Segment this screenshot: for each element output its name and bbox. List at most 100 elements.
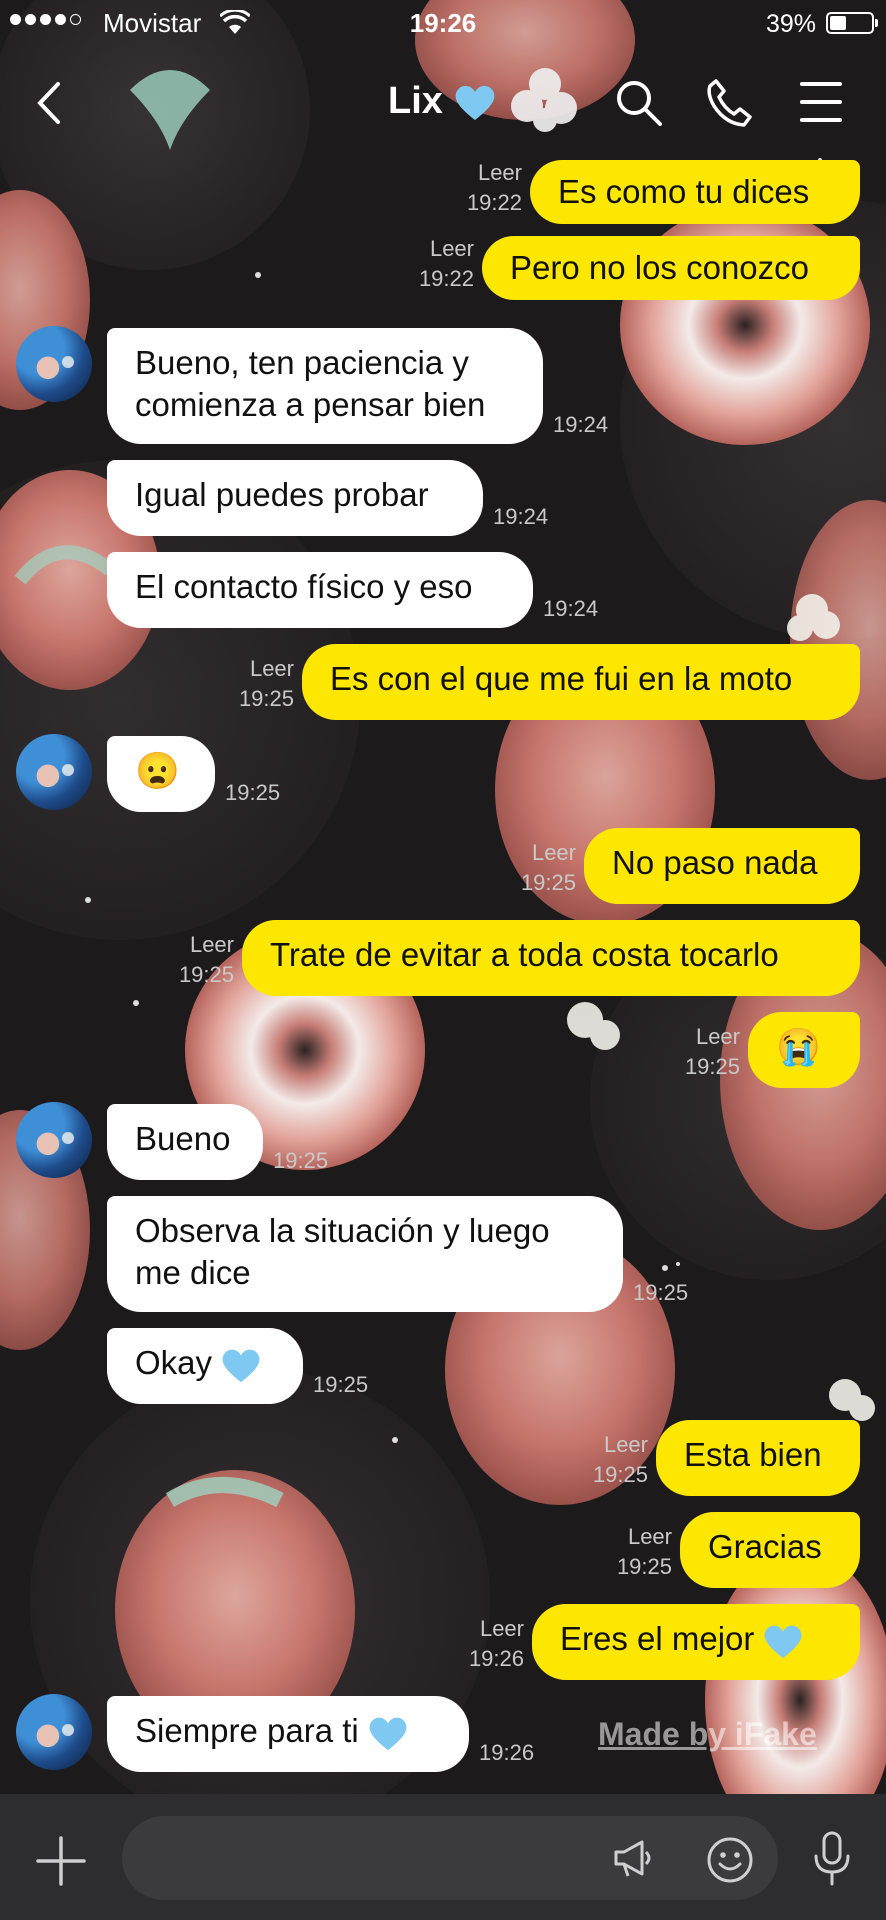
outgoing-message[interactable]: Es como tu dices (530, 160, 860, 224)
message-list[interactable]: Es como tu dices Leer 19:22 Pero no los con… (0, 0, 886, 1790)
read-receipt: Leer (479, 1616, 524, 1641)
message-time: 19:25 (225, 780, 281, 805)
battery-percent: 39% (765, 10, 816, 38)
message-text-line: Okay (135, 1342, 275, 1384)
outgoing-message[interactable]: Esta bien (656, 1420, 860, 1496)
message-meta: Leer 19:25 (580, 1522, 672, 1582)
read-receipt: Leer (249, 656, 294, 681)
contact-avatar[interactable] (16, 326, 92, 402)
outgoing-message[interactable]: 😭 (748, 1012, 860, 1088)
message-time: 19:25 (592, 1462, 648, 1487)
message-time: 19:24 (553, 412, 609, 437)
outgoing-message[interactable]: No paso nada (584, 828, 860, 904)
message-time: 19:25 (520, 870, 576, 895)
message-time: 19:25 (633, 1280, 689, 1305)
battery-icon (826, 12, 878, 34)
message-emoji: 😦 (135, 750, 180, 791)
message-text-line: Siempre para ti (135, 1710, 441, 1752)
message-meta: Leer 19:25 (484, 838, 576, 898)
message-text-line: me dice (135, 1254, 251, 1291)
read-receipt: Leer (477, 160, 522, 185)
message-meta: 19:25 (313, 1370, 368, 1400)
outgoing-message[interactable]: Trate de evitar a toda costa tocarlo (242, 920, 860, 996)
incoming-message[interactable]: Siempre para ti (107, 1696, 469, 1772)
read-receipt: Leer (429, 236, 474, 261)
message-meta: Leer 19:25 (142, 930, 234, 990)
message-text: Eres el mejor (560, 1620, 755, 1657)
message-text-line: Esta bien (684, 1436, 822, 1473)
message-text: Siempre para ti (135, 1712, 359, 1749)
status-time: 19:26 (409, 8, 477, 38)
blue-heart-icon (222, 1349, 260, 1383)
message-time: 19:22 (418, 266, 474, 291)
outgoing-message[interactable]: Gracias (680, 1512, 860, 1588)
chat-title: Lix (388, 80, 443, 122)
blue-heart-icon (369, 1717, 407, 1751)
chat-header: Lix (0, 58, 886, 148)
message-time: 19:25 (178, 962, 234, 987)
chevron-left-icon[interactable] (30, 78, 70, 128)
outgoing-message[interactable]: Es con el que me fui en la moto (302, 644, 860, 720)
message-text-line: comienza a pensar bien (135, 386, 486, 423)
chat-title-group[interactable]: Lix (388, 80, 497, 123)
message-time: 19:26 (479, 1740, 535, 1765)
message-text-line: Gracias (708, 1528, 822, 1565)
message-meta: 19:26 (479, 1738, 534, 1768)
read-receipt: Leer (189, 932, 234, 957)
message-meta: 19:24 (493, 502, 548, 532)
incoming-message[interactable]: Bueno, ten paciencia y comienza a pensar … (107, 328, 543, 444)
incoming-message[interactable]: 😦 (107, 736, 215, 812)
contact-avatar[interactable] (16, 1102, 92, 1178)
contact-avatar[interactable] (16, 1694, 92, 1770)
message-meta: Leer 19:25 (648, 1022, 740, 1082)
message-text-line: El contacto físico y eso (135, 568, 473, 605)
message-text-line: Igual puedes probar (135, 476, 429, 513)
message-time: 19:25 (313, 1372, 369, 1397)
message-meta: 19:25 (273, 1146, 328, 1176)
read-receipt: Leer (531, 840, 576, 865)
plus-icon[interactable] (34, 1834, 88, 1888)
message-text-line: Trate de evitar a toda costa tocarlo (270, 936, 779, 973)
message-text-line: Bueno (135, 1120, 231, 1157)
phone-icon[interactable] (706, 78, 754, 128)
message-meta: Leer 19:26 (432, 1614, 524, 1674)
incoming-message[interactable]: Igual puedes probar (107, 460, 483, 536)
read-receipt: Leer (627, 1524, 672, 1549)
message-text-line: No paso nada (612, 844, 818, 881)
input-bar (0, 1794, 886, 1920)
message-meta: Leer 19:22 (382, 234, 474, 294)
incoming-message[interactable]: El contacto físico y eso (107, 552, 533, 628)
search-icon[interactable] (614, 78, 664, 128)
message-meta: 19:25 (633, 1278, 688, 1308)
message-meta: 19:24 (553, 410, 608, 440)
megaphone-icon[interactable] (612, 1836, 656, 1880)
contact-avatar[interactable] (16, 734, 92, 810)
message-text: Okay (135, 1344, 213, 1381)
message-input[interactable] (122, 1816, 778, 1900)
microphone-icon[interactable] (812, 1830, 852, 1888)
message-meta: 19:25 (225, 778, 280, 808)
message-time: 19:25 (238, 686, 294, 711)
incoming-message[interactable]: Bueno (107, 1104, 263, 1180)
message-time: 19:26 (468, 1646, 524, 1671)
blue-heart-icon (455, 85, 495, 120)
message-meta: Leer 19:25 (556, 1430, 648, 1490)
incoming-message[interactable]: Okay (107, 1328, 303, 1404)
menu-icon[interactable] (800, 78, 842, 126)
read-receipt: Leer (695, 1024, 740, 1049)
watermark: Made by iFake (598, 1716, 817, 1752)
outgoing-message[interactable]: Pero no los conozco (482, 236, 860, 300)
smiley-icon[interactable] (706, 1836, 754, 1884)
message-time: 19:22 (466, 190, 522, 215)
message-text-line: Es como tu dices (558, 173, 810, 210)
clover-decoration-icon (511, 68, 577, 132)
message-time: 19:24 (493, 504, 549, 529)
outgoing-message[interactable]: Eres el mejor (532, 1604, 860, 1680)
message-text-line: Es con el que me fui en la moto (330, 660, 793, 697)
blue-heart-icon (764, 1625, 802, 1659)
message-time: 19:25 (684, 1054, 740, 1079)
message-time: 19:25 (273, 1148, 329, 1173)
incoming-message[interactable]: Observa la situación y luego me dice (107, 1196, 623, 1312)
message-time: 19:24 (543, 596, 599, 621)
message-text-line: Bueno, ten paciencia y (135, 344, 469, 381)
